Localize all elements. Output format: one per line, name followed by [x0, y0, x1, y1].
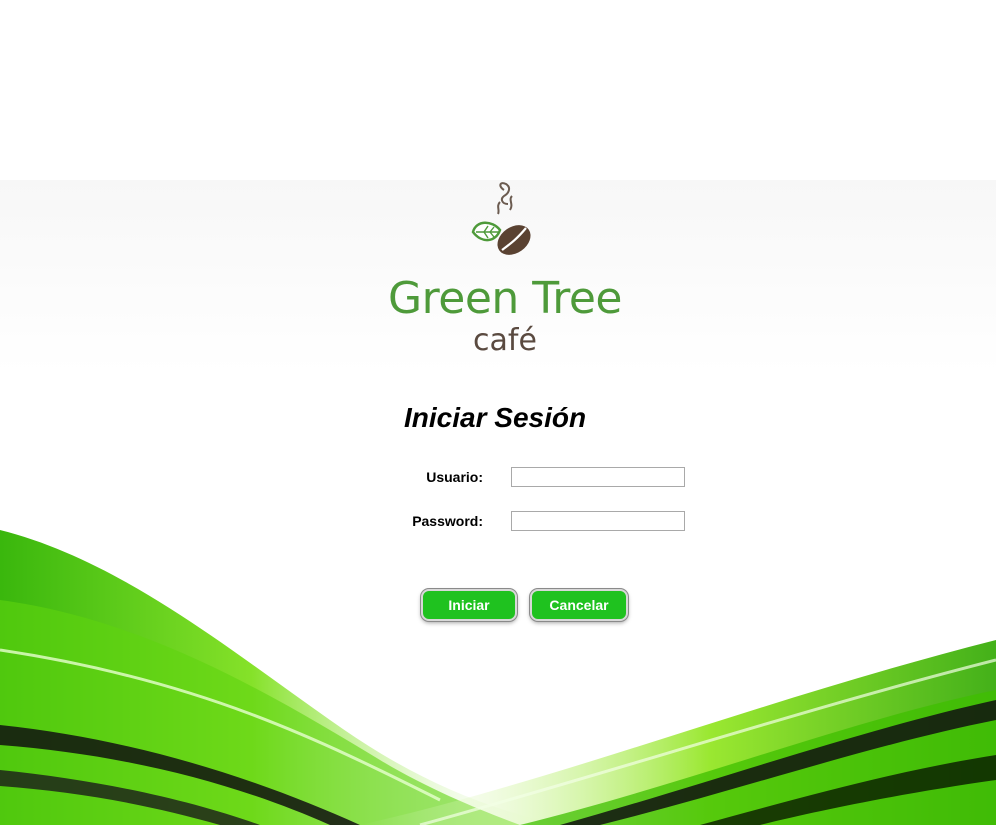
- username-input[interactable]: [511, 467, 685, 487]
- login-title: Iniciar Sesión: [404, 402, 587, 433]
- login-page: Green Tree café Iniciar Sesión Usuario: …: [0, 0, 996, 825]
- coffee-bean-leaf-icon: [471, 182, 531, 255]
- password-label: Password:: [412, 513, 483, 529]
- brand-logo: Green Tree café: [360, 182, 650, 362]
- cancel-button[interactable]: Cancelar: [530, 589, 628, 621]
- username-label: Usuario:: [426, 469, 483, 485]
- login-button[interactable]: Iniciar: [421, 589, 517, 621]
- brand-subtitle: café: [473, 323, 537, 358]
- brand-name: Green Tree: [388, 273, 622, 324]
- password-input[interactable]: [511, 511, 685, 531]
